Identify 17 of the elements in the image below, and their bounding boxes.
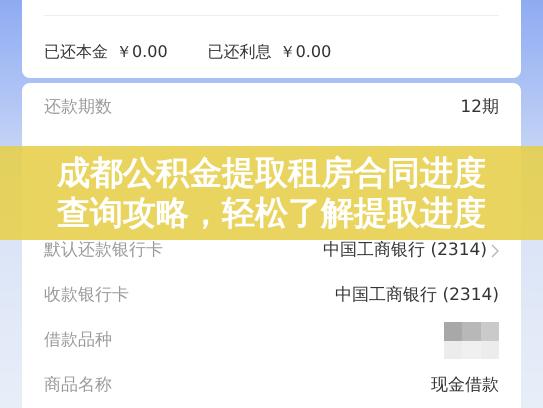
summary-label: 已还本金: [44, 41, 108, 63]
pixelated-block: [444, 322, 499, 359]
field-value: 12期: [460, 96, 499, 119]
field-value: 现金借款: [431, 374, 499, 397]
chevron-right-icon[interactable]: [491, 244, 499, 258]
field-label: 商品名称: [44, 374, 112, 397]
field-label: 借款品种: [44, 328, 112, 352]
field-label: 收款银行卡: [44, 284, 129, 307]
field-label: 默认还款银行卡: [44, 238, 163, 262]
banner-title: 查询攻略，轻松了解提取进度: [57, 193, 486, 233]
summary-label: 已还利息: [208, 41, 272, 63]
field-value: 中国工商银行 (2314): [335, 284, 499, 307]
banner-title: 成都公积金提取租房合同进度: [57, 153, 486, 193]
field-value: 中国工商银行 (2314): [323, 238, 487, 262]
field-label: 还款期数: [44, 96, 112, 119]
summary-value: ￥0.00: [116, 41, 168, 63]
summary-value: ￥0.00: [280, 41, 332, 63]
